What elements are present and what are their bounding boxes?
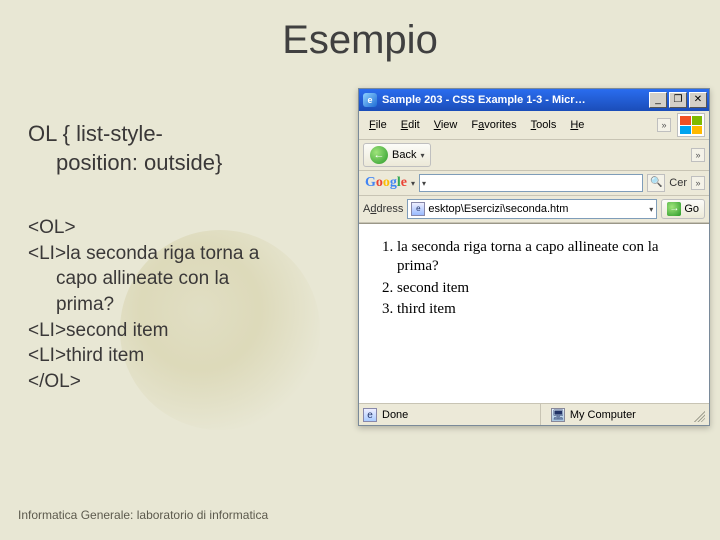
- slide-body: OL { list-style- position: outside} <OL>…: [28, 120, 338, 395]
- toolbar-overflow-icon[interactable]: »: [691, 148, 705, 162]
- chevron-down-icon: ▾: [422, 179, 426, 188]
- menu-overflow-icon[interactable]: »: [657, 118, 671, 132]
- google-cer-label[interactable]: Cer: [669, 177, 687, 189]
- go-arrow-icon: →: [667, 202, 681, 216]
- address-label: Address: [363, 203, 403, 215]
- chevron-down-icon[interactable]: ▾: [411, 179, 415, 188]
- css-rule-text: OL { list-style- position: outside}: [28, 120, 338, 177]
- close-button[interactable]: ✕: [689, 92, 707, 108]
- minimize-button[interactable]: _: [649, 92, 667, 108]
- google-logo[interactable]: Google: [363, 175, 407, 191]
- code-line: prima?: [28, 292, 338, 318]
- code-line: <OL>: [28, 215, 338, 241]
- list-item: third item: [397, 300, 699, 319]
- page-content: la seconda riga torna a capo allineate c…: [359, 223, 709, 403]
- chevron-down-icon[interactable]: ▾: [649, 205, 653, 214]
- google-search-icon[interactable]: 🔍: [647, 174, 665, 192]
- rendered-list: la seconda riga torna a capo allineate c…: [369, 238, 699, 319]
- menu-file[interactable]: File: [363, 117, 393, 133]
- windows-logo-icon: [677, 113, 705, 137]
- computer-icon: 🖥: [551, 408, 565, 422]
- code-line: capo allineate con la: [28, 266, 338, 292]
- address-input[interactable]: e esktop\Esercizi\seconda.htm ▾: [407, 199, 657, 219]
- google-overflow-icon[interactable]: »: [691, 176, 705, 190]
- status-text: Done: [382, 409, 408, 421]
- code-line: <LI>la seconda riga torna a: [28, 241, 338, 267]
- list-item: la seconda riga torna a capo allineate c…: [397, 238, 699, 276]
- page-icon: e: [411, 202, 425, 216]
- back-button[interactable]: ← Back ▾: [363, 143, 431, 167]
- browser-window: e Sample 203 - CSS Example 1-3 - Micr… _…: [358, 88, 710, 426]
- list-item: second item: [397, 279, 699, 298]
- google-toolbar: Google ▾ ▾ 🔍 Cer »: [359, 171, 709, 196]
- google-search-input[interactable]: ▾: [419, 174, 643, 192]
- menu-favorites[interactable]: Favorites: [465, 117, 522, 133]
- code-line: <LI>third item: [28, 343, 338, 369]
- chevron-down-icon: ▾: [420, 151, 424, 160]
- titlebar[interactable]: e Sample 203 - CSS Example 1-3 - Micr… _…: [359, 89, 709, 111]
- menu-view[interactable]: View: [428, 117, 464, 133]
- menu-tools[interactable]: Tools: [525, 117, 563, 133]
- code-line: </OL>: [28, 369, 338, 395]
- go-button[interactable]: → Go: [661, 199, 705, 219]
- menubar: File Edit View Favorites Tools He »: [359, 111, 709, 140]
- code-line: <LI>second item: [28, 318, 338, 344]
- back-label: Back: [392, 149, 416, 161]
- address-text: esktop\Esercizi\seconda.htm: [428, 203, 568, 215]
- css-rule-line2: position: outside}: [28, 149, 338, 178]
- resize-grip-icon[interactable]: [691, 408, 705, 422]
- code-block: <OL> <LI>la seconda riga torna a capo al…: [28, 215, 338, 394]
- window-title: Sample 203 - CSS Example 1-3 - Micr…: [382, 94, 649, 106]
- go-label: Go: [684, 203, 699, 215]
- restore-button[interactable]: ❐: [669, 92, 687, 108]
- status-bar: e Done 🖥 My Computer: [359, 403, 709, 425]
- page-icon: e: [363, 408, 377, 422]
- zone-text: My Computer: [570, 409, 636, 421]
- css-rule-line1: OL { list-style-: [28, 121, 163, 146]
- nav-toolbar: ← Back ▾ »: [359, 140, 709, 171]
- back-arrow-icon: ←: [370, 146, 388, 164]
- menu-edit[interactable]: Edit: [395, 117, 426, 133]
- slide-title: Esempio: [0, 0, 720, 63]
- slide-footer: Informatica Generale: laboratorio di inf…: [18, 508, 268, 522]
- ie-icon: e: [363, 93, 377, 107]
- menu-help[interactable]: He: [564, 117, 590, 133]
- address-bar: Address e esktop\Esercizi\seconda.htm ▾ …: [359, 196, 709, 223]
